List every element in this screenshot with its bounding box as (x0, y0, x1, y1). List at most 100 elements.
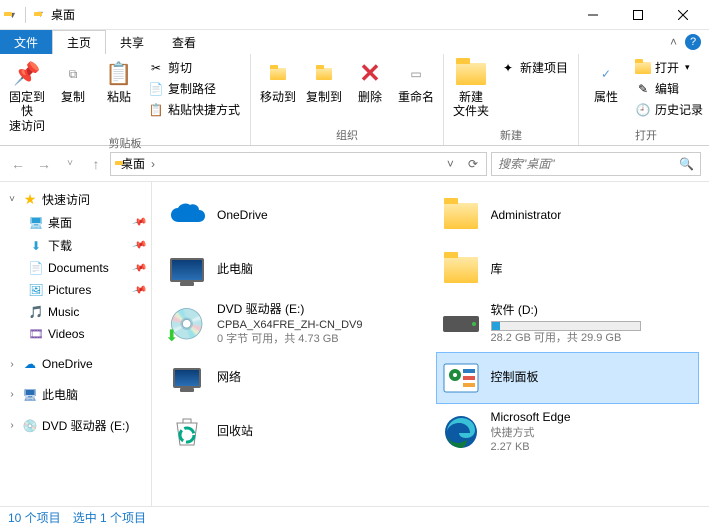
refresh-button[interactable]: ⟳ (464, 157, 482, 171)
group-new: 新建 文件夹 ✦新建项目 新建 (444, 54, 579, 145)
cloud-icon: ☁ (22, 356, 38, 372)
item-label: 回收站 (217, 424, 253, 440)
ribbon-tabs: 文件 主页 共享 查看 ˄ ? (0, 30, 709, 54)
sidebar-item-quick-access[interactable]: ˅★快速访问 (0, 188, 151, 211)
sidebar-item-videos[interactable]: 🎞Videos (0, 323, 151, 345)
cut-button[interactable]: ✂剪切 (144, 58, 244, 77)
close-icon (678, 10, 688, 20)
paste-button[interactable]: 📋 粘贴 (98, 58, 140, 104)
breadcrumb-dropdown[interactable]: ˅ (443, 157, 458, 171)
item-recycle-bin[interactable]: 回收站 (162, 406, 426, 458)
new-folder-icon (455, 60, 487, 88)
item-control-panel[interactable]: 控制面板 (436, 352, 700, 404)
item-administrator[interactable]: Administrator (436, 190, 700, 242)
sidebar-item-pictures[interactable]: 🖼Pictures📌 (0, 279, 151, 301)
chevron-down-icon: ▾ (685, 62, 690, 73)
sidebar-item-onedrive[interactable]: ›☁OneDrive (0, 353, 151, 375)
item-libraries[interactable]: 库 (436, 244, 700, 296)
disc-icon: 💿 (22, 418, 38, 434)
search-icon[interactable]: 🔍 (679, 157, 694, 171)
chevron-right-icon[interactable]: › (151, 157, 155, 171)
main-split: ˅★快速访问 🖥桌面📌 ⬇下载📌 📄Documents📌 🖼Pictures📌 … (0, 182, 709, 506)
item-label: OneDrive (217, 208, 268, 224)
sidebar-item-documents[interactable]: 📄Documents📌 (0, 257, 151, 279)
item-edge[interactable]: Microsoft Edge 快捷方式 2.27 KB (436, 406, 700, 458)
cloud-icon (167, 196, 207, 236)
status-bar: 10 个项目 选中 1 个项目 (0, 506, 709, 528)
copy-button[interactable]: ⧉ 复制 (52, 58, 94, 104)
tab-file[interactable]: 文件 (0, 30, 52, 54)
item-label: 此电脑 (217, 262, 253, 278)
minimize-icon (588, 10, 598, 20)
chevron-right-icon[interactable]: › (6, 389, 18, 400)
sidebar-item-music[interactable]: 🎵Music (0, 301, 151, 323)
ribbon-body: 📌 固定到快 速访问 ⧉ 复制 📋 粘贴 ✂剪切 📄复制路径 📋粘贴快捷方式 剪… (0, 54, 709, 146)
breadcrumb-segment[interactable]: 桌面 (121, 155, 145, 172)
up-button[interactable]: ↑ (86, 154, 106, 174)
item-label: DVD 驱动器 (E:) (217, 302, 363, 318)
tab-home[interactable]: 主页 (52, 30, 106, 54)
history-button[interactable]: 🕘历史记录 (631, 100, 707, 119)
scissors-icon: ✂ (148, 60, 164, 76)
item-onedrive[interactable]: OneDrive (162, 190, 426, 242)
item-label: 控制面板 (491, 370, 539, 386)
new-item-button[interactable]: ✦新建项目 (496, 58, 572, 77)
pin-to-quick-access-button[interactable]: 📌 固定到快 速访问 (6, 58, 48, 133)
open-button[interactable]: 打开▾ (631, 58, 707, 77)
item-thispc[interactable]: 此电脑 (162, 244, 426, 296)
copy-to-button[interactable]: 复制到 (303, 58, 345, 104)
rename-button[interactable]: ▭重命名 (395, 58, 437, 104)
pin-icon: 📌 (131, 260, 147, 276)
sidebar-item-downloads[interactable]: ⬇下载📌 (0, 234, 151, 257)
desktop-icon: 🖥 (28, 215, 44, 231)
properties-button[interactable]: ✓属性 (585, 58, 627, 104)
copy-path-button[interactable]: 📄复制路径 (144, 79, 244, 98)
forward-button[interactable]: → (34, 154, 54, 174)
edit-button[interactable]: ✎编辑 (631, 79, 707, 98)
tab-view[interactable]: 查看 (158, 30, 210, 54)
chevron-down-icon[interactable]: ˅ (6, 194, 18, 205)
chevron-right-icon[interactable]: › (6, 420, 18, 431)
item-label: 软件 (D:) (491, 303, 641, 319)
properties-icon: ✓ (590, 60, 622, 88)
control-panel-icon (441, 358, 481, 398)
item-network[interactable]: 网络 (162, 352, 426, 404)
pin-icon: 📌 (131, 238, 147, 254)
recent-locations-button[interactable]: ˅ (60, 154, 80, 174)
help-icon[interactable]: ? (685, 34, 701, 50)
new-folder-button[interactable]: 新建 文件夹 (450, 58, 492, 119)
maximize-button[interactable] (615, 0, 660, 30)
item-dvd[interactable]: 💿⬇ DVD 驱动器 (E:) CPBA_X64FRE_ZH-CN_DV9 0 … (162, 298, 426, 350)
sidebar-item-desktop[interactable]: 🖥桌面📌 (0, 211, 151, 234)
close-button[interactable] (660, 0, 705, 30)
group-clipboard: 📌 固定到快 速访问 ⧉ 复制 📋 粘贴 ✂剪切 📄复制路径 📋粘贴快捷方式 剪… (0, 54, 251, 145)
item-label: 网络 (217, 370, 241, 386)
document-icon: 📄 (28, 260, 44, 276)
sidebar-item-dvd[interactable]: ›💿DVD 驱动器 (E:) (0, 414, 151, 437)
recycle-icon (167, 412, 207, 452)
item-software-drive[interactable]: 软件 (D:) 28.2 GB 可用，共 29.9 GB (436, 298, 700, 350)
collapse-ribbon-icon[interactable]: ˄ (670, 35, 677, 49)
rename-icon: ▭ (400, 60, 432, 88)
pin-icon: 📌 (131, 215, 147, 231)
chevron-right-icon[interactable]: › (6, 359, 18, 370)
computer-icon: 🖥 (22, 387, 38, 403)
navigation-pane: ˅★快速访问 🖥桌面📌 ⬇下载📌 📄Documents📌 🖼Pictures📌 … (0, 182, 152, 506)
status-selected-count: 选中 1 个项目 (73, 509, 146, 526)
copy-icon: ⧉ (57, 60, 89, 88)
window-controls (570, 0, 705, 30)
item-label: Administrator (491, 208, 562, 224)
delete-button[interactable]: ✕删除 (349, 58, 391, 104)
sidebar-item-thispc[interactable]: ›🖥此电脑 (0, 383, 151, 406)
tab-share[interactable]: 共享 (106, 30, 158, 54)
paste-shortcut-button[interactable]: 📋粘贴快捷方式 (144, 100, 244, 119)
minimize-button[interactable] (570, 0, 615, 30)
search-box[interactable]: 🔍 (491, 152, 701, 176)
breadcrumb[interactable]: 桌面 › ˅ ⟳ (110, 152, 487, 176)
search-input[interactable] (498, 157, 679, 171)
file-list: OneDrive Administrator 此电脑 库 💿⬇ DVD 驱动器 … (152, 182, 709, 506)
item-label: 库 (491, 262, 503, 278)
move-to-button[interactable]: 移动到 (257, 58, 299, 104)
pin-icon: 📌 (11, 60, 43, 88)
back-button[interactable]: ← (8, 154, 28, 174)
